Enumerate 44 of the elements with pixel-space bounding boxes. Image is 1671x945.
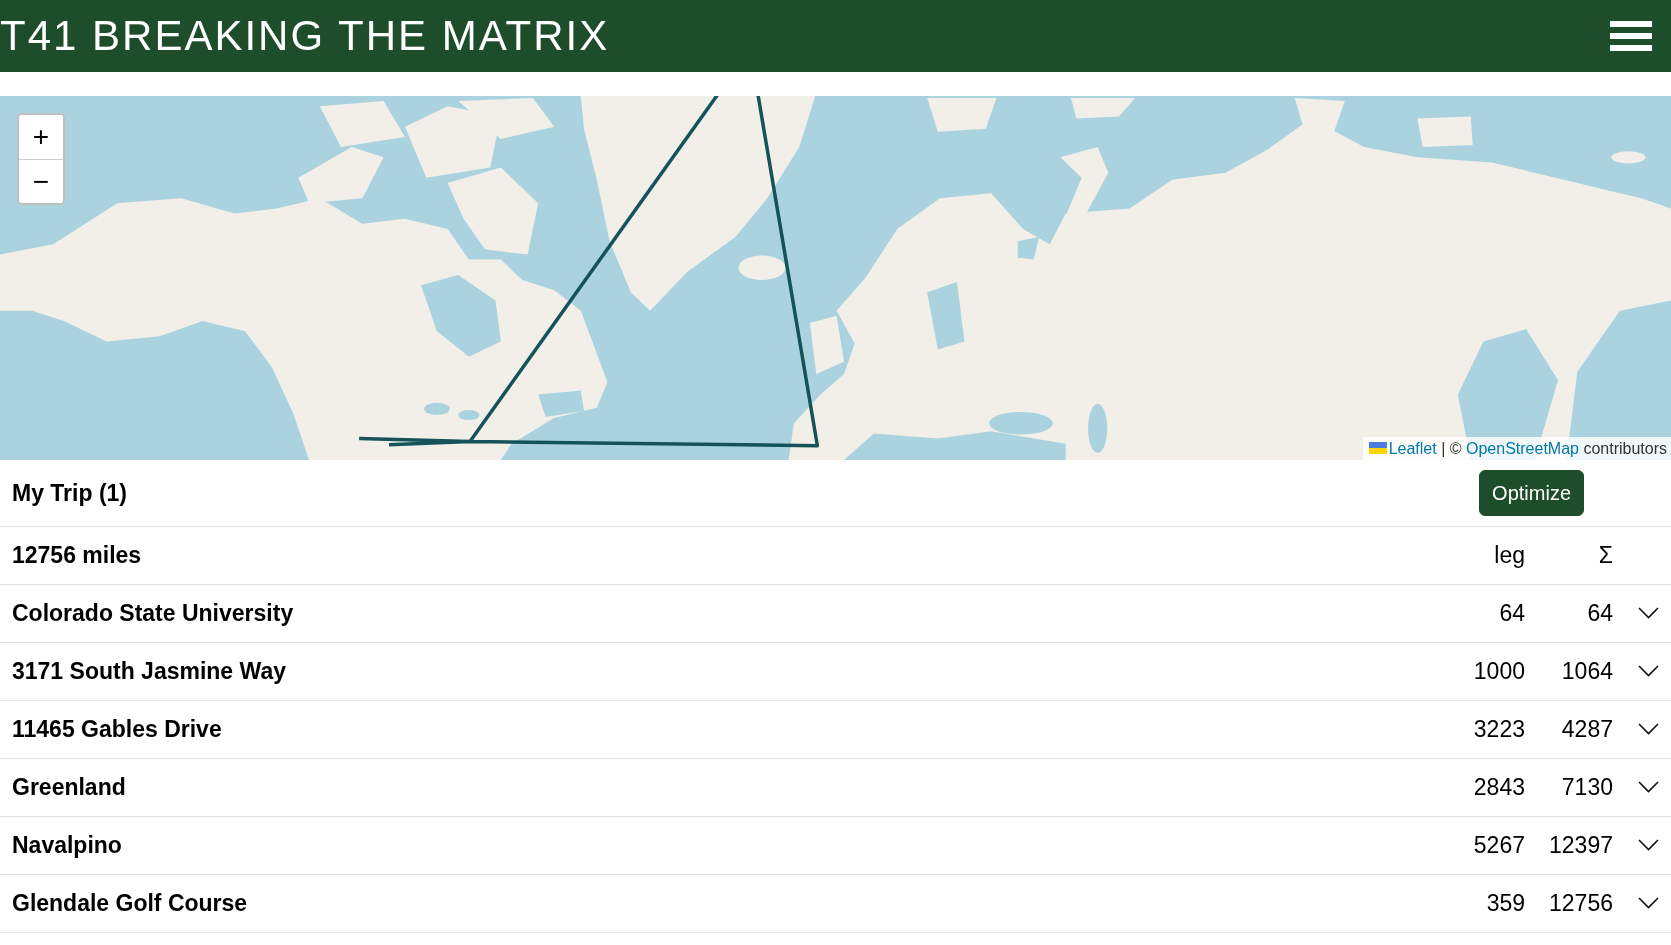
total-distance: 7130 (1561, 773, 1613, 800)
leg-distance: 2843 (1473, 773, 1525, 800)
total-distance: 1064 (1561, 657, 1613, 684)
zoom-out-button[interactable]: − (19, 159, 63, 203)
chevron-down-icon (1638, 665, 1659, 677)
app-title: T41 BREAKING THE MATRIX (0, 12, 610, 60)
menu-icon (1610, 21, 1652, 51)
expand-button[interactable] (1638, 723, 1659, 735)
column-header: leg (1494, 541, 1525, 568)
total-distance: 12756 (1549, 889, 1613, 916)
place-name: 3171 South Jasmine Way (12, 657, 286, 684)
leg-distance: 359 (1486, 889, 1525, 916)
chevron-down-icon (1638, 723, 1659, 735)
column-header: Σ (1598, 541, 1613, 568)
leg-distance: 3223 (1473, 715, 1525, 742)
total-distance: 12397 (1549, 831, 1613, 858)
trip-distance: 12756 miles (12, 541, 142, 568)
openstreetmap-link[interactable]: OpenStreetMap (1466, 440, 1579, 457)
chevron-down-icon (1638, 781, 1659, 793)
chevron-down-icon (1638, 897, 1659, 909)
place-name: Glendale Golf Course (12, 889, 248, 916)
expand-button[interactable] (1638, 781, 1659, 793)
expand-button[interactable] (1638, 665, 1659, 677)
leg-distance: 5267 (1473, 831, 1525, 858)
expand-button[interactable] (1638, 897, 1659, 909)
chevron-down-icon (1638, 839, 1659, 851)
leg-distance: 1000 (1473, 657, 1525, 684)
place-name: Navalpino (12, 831, 122, 858)
menu-button[interactable] (1610, 21, 1652, 51)
optimize-button[interactable]: Optimize (1479, 469, 1584, 516)
place-name: 11465 Gables Drive (12, 715, 222, 742)
expand-button[interactable] (1638, 839, 1659, 851)
chevron-down-icon (1638, 607, 1659, 619)
expand-button[interactable] (1638, 607, 1659, 619)
map-attribution: Leaflet | © OpenStreetMap contributors (1362, 437, 1671, 460)
total-distance: 64 (1587, 599, 1613, 626)
map-tiles[interactable] (0, 96, 1671, 460)
flag-icon (1368, 442, 1387, 454)
leg-distance: 64 (1499, 599, 1525, 626)
leaflet-link[interactable]: Leaflet (1368, 440, 1437, 457)
place-name: Greenland (12, 773, 126, 800)
place-name: Colorado State University (12, 599, 294, 626)
trip-title: My Trip (1) (12, 479, 127, 506)
total-distance: 4287 (1561, 715, 1613, 742)
